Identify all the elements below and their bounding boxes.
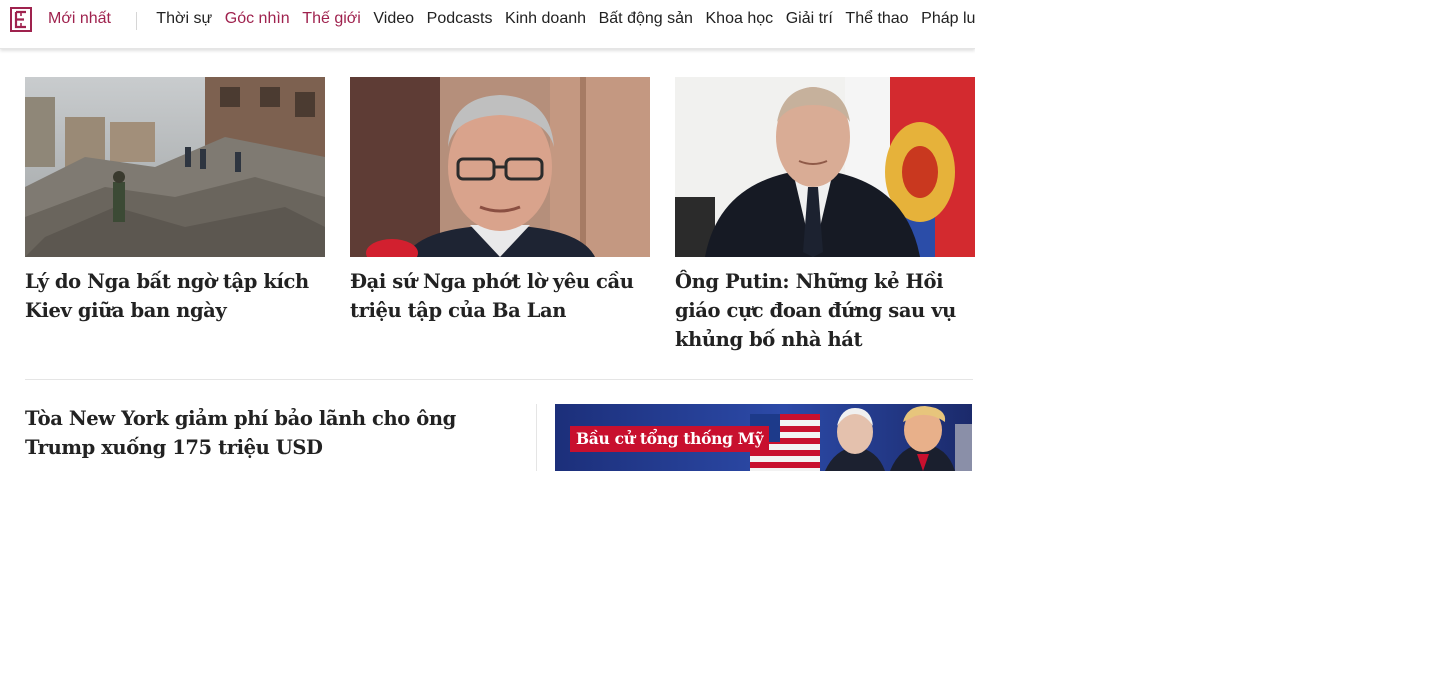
nav-item-bat-dong-san[interactable]: Bất động sản [599,10,693,28]
ambassador-portrait-photo-image[interactable] [350,77,650,257]
nav-latest-link[interactable]: Mới nhất [48,10,111,28]
election-banner-label: Bầu cử tổng thống Mỹ [570,426,770,452]
article-card-ambassador: Đại sứ Nga phớt lờ yêu cầu triệu tập của… [350,77,650,325]
vnexpress-logo-icon[interactable] [10,7,32,32]
article-title[interactable]: Ông Putin: Những kẻ Hồi giáo cực đoan đứ… [675,267,975,354]
page-viewport: Mới nhất Thời sự Góc nhìn Thế giới Video… [0,0,975,471]
nav-item-giai-tri[interactable]: Giải trí [786,10,833,28]
column-divider [536,404,537,471]
nav-item-phap-luat[interactable]: Pháp luật [921,10,975,28]
nav-divider [136,12,137,30]
section-divider [25,379,973,380]
nav-item-video[interactable]: Video [373,10,414,28]
nav-item-kinh-doanh[interactable]: Kinh doanh [505,10,586,28]
nav-category-list: Thời sự Góc nhìn Thế giới Video Podcasts… [150,10,975,28]
article-card-kiev: Lý do Nga bất ngờ tập kích Kiev giữa ban… [25,77,325,325]
nav-item-the-thao[interactable]: Thể thao [845,10,908,28]
article-card-putin: Ông Putin: Những kẻ Hồi giáo cực đoan đứ… [675,77,975,354]
nav-item-khoa-hoc[interactable]: Khoa học [706,10,774,28]
nav-item-goc-nhin[interactable]: Góc nhìn [225,10,290,28]
election-banner[interactable]: Bầu cử tổng thống Mỹ [555,404,972,471]
putin-speech-photo-image[interactable] [675,77,975,257]
lead-article-title[interactable]: Tòa New York giảm phí bảo lãnh cho ông T… [25,404,505,462]
top-navigation: Mới nhất Thời sự Góc nhìn Thế giới Video… [0,0,975,49]
nav-item-podcasts[interactable]: Podcasts [427,10,493,28]
nav-item-thoi-su[interactable]: Thời sự [156,10,212,28]
nav-item-the-gioi[interactable]: Thế giới [302,10,361,28]
article-title[interactable]: Đại sứ Nga phớt lờ yêu cầu triệu tập của… [350,267,650,325]
ruined-building-photo-image[interactable] [25,77,325,257]
article-title[interactable]: Lý do Nga bất ngờ tập kích Kiev giữa ban… [25,267,325,325]
